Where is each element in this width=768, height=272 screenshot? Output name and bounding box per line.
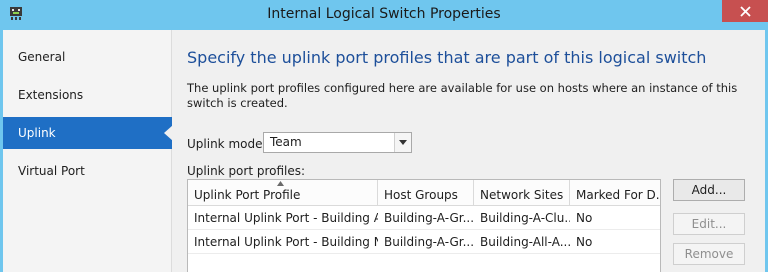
sort-ascending-icon xyxy=(277,181,284,186)
chevron-down-icon xyxy=(399,140,407,145)
column-header-profile[interactable]: Uplink Port Profile xyxy=(188,180,378,206)
add-button[interactable]: Add... xyxy=(673,179,745,201)
uplink-mode-value: Team xyxy=(270,135,302,149)
cell-network-sites: Building-A-Clu... xyxy=(480,211,570,225)
title-bar: Internal Logical Switch Properties xyxy=(0,0,768,30)
uplink-mode-label: Uplink mode: xyxy=(187,137,267,151)
cell-profile: Internal Uplink Port - Building A xyxy=(194,211,378,225)
table-row[interactable]: Internal Uplink Port - Building N Buildi… xyxy=(188,230,660,254)
close-icon xyxy=(739,5,751,17)
cell-marked: No xyxy=(576,211,593,225)
sidebar-item-virtual-port[interactable]: Virtual Port xyxy=(3,155,172,187)
cell-profile: Internal Uplink Port - Building N xyxy=(194,235,378,249)
close-button[interactable] xyxy=(722,0,768,22)
sidebar-item-extensions[interactable]: Extensions xyxy=(3,79,172,111)
cell-network-sites: Building-All-A... xyxy=(480,235,570,249)
sidebar-item-uplink[interactable]: Uplink xyxy=(3,117,173,149)
cell-marked: No xyxy=(576,235,593,249)
dropdown-arrow[interactable] xyxy=(394,133,411,152)
cell-host-groups: Building-A-Gr... xyxy=(384,211,474,225)
sidebar-item-label: Virtual Port xyxy=(18,164,85,178)
column-header-network-sites[interactable]: Network Sites xyxy=(474,180,570,206)
uplink-mode-select[interactable]: Team xyxy=(263,132,412,153)
profiles-label: Uplink port profiles: xyxy=(187,164,306,178)
sidebar-item-label: Uplink xyxy=(18,126,56,140)
sidebar-item-label: Extensions xyxy=(18,88,84,102)
table-row[interactable]: Internal Uplink Port - Building A Buildi… xyxy=(188,206,660,230)
dialog-body: General Extensions Uplink Virtual Port S… xyxy=(3,30,765,272)
edit-button[interactable]: Edit... xyxy=(673,213,745,235)
cell-host-groups: Building-A-Gr... xyxy=(384,235,474,249)
uplink-profiles-table: Uplink Port Profile Host Groups Network … xyxy=(187,179,661,272)
remove-button[interactable]: Remove xyxy=(673,243,745,265)
column-header-marked[interactable]: Marked For D... xyxy=(570,180,660,206)
page-description: The uplink port profiles configured here… xyxy=(187,81,738,110)
sidebar-nav: General Extensions Uplink Virtual Port xyxy=(3,30,173,272)
window-title: Internal Logical Switch Properties xyxy=(267,6,501,22)
table-header: Uplink Port Profile Host Groups Network … xyxy=(188,180,660,206)
sidebar-item-general[interactable]: General xyxy=(3,41,172,73)
column-header-host-groups[interactable]: Host Groups xyxy=(378,180,474,206)
sidebar-item-label: General xyxy=(18,50,66,64)
main-content: Specify the uplink port profiles that ar… xyxy=(173,30,765,272)
page-heading: Specify the uplink port profiles that ar… xyxy=(187,48,707,67)
selection-pointer xyxy=(164,125,173,141)
